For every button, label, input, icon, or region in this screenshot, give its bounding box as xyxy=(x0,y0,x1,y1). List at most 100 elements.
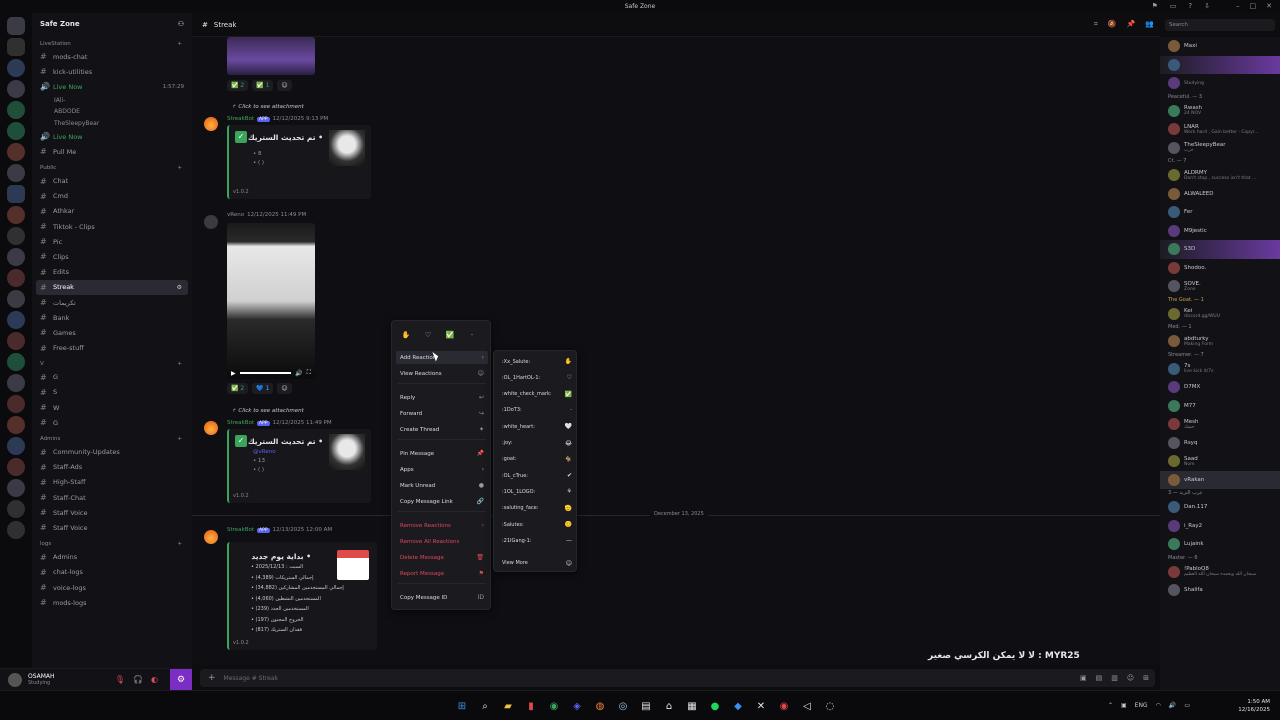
member-item[interactable]: Mesh حسك xyxy=(1160,415,1280,434)
menu-item-pin-message[interactable]: Pin Message 📌 xyxy=(396,447,488,460)
chrome-icon[interactable]: ◉ xyxy=(548,700,560,712)
channel-item[interactable]: # Staff-Chat xyxy=(32,490,192,505)
server-icon[interactable] xyxy=(7,185,25,203)
channel-item[interactable]: # S xyxy=(32,385,192,400)
search-input[interactable]: Search xyxy=(1165,19,1275,31)
message-composer[interactable]: + Message # Streak ▣ ▤ ▥ ☺ ⊞ xyxy=(200,669,1155,687)
menu-item-copy-message-link[interactable]: Copy Message Link 🔗 xyxy=(396,495,488,508)
channel-item[interactable]: 🔊 Live Now xyxy=(32,129,192,144)
help-icon[interactable]: ? xyxy=(1188,2,1192,10)
channel-item[interactable]: # Bank xyxy=(32,310,192,325)
server-icon[interactable] xyxy=(7,227,25,245)
emoji-option[interactable]: :Salutes: 🙂 xyxy=(498,518,574,531)
add-channel-icon[interactable]: + xyxy=(177,165,182,171)
dot-icon[interactable]: · xyxy=(466,329,478,341)
channel-category[interactable]: Admins + xyxy=(32,433,192,444)
app-icon[interactable]: ▤ xyxy=(640,700,652,712)
server-icon[interactable] xyxy=(7,59,25,77)
add-channel-icon[interactable]: + xyxy=(177,41,182,47)
headphones-icon[interactable]: 🎧 xyxy=(133,675,143,684)
channel-item[interactable]: # Games xyxy=(32,325,192,340)
menu-item-remove-reactions[interactable]: Remove Reactions › xyxy=(396,519,488,532)
server-icon[interactable] xyxy=(7,479,25,497)
channel-item[interactable]: # Community-Updates xyxy=(32,444,192,459)
channel-item[interactable]: # Edits xyxy=(32,265,192,280)
channel-item[interactable]: # Admins xyxy=(32,550,192,565)
mute-icon[interactable]: 🔕 xyxy=(1108,20,1117,29)
lang-indicator[interactable]: ENG xyxy=(1135,702,1148,709)
server-icon[interactable] xyxy=(7,248,25,266)
play-icon[interactable]: ▶ xyxy=(231,370,236,377)
add-channel-icon[interactable]: + xyxy=(177,541,182,547)
pin-icon[interactable]: 📌 xyxy=(1127,20,1136,29)
member-item[interactable]: LNAR Work hard , Gain better - Copyr... xyxy=(1160,120,1280,139)
reaction-pill[interactable]: ✅ 2 xyxy=(227,383,249,394)
emoji-option[interactable]: :1DoT3: · xyxy=(498,404,574,417)
channel-item[interactable]: # Clips xyxy=(32,249,192,264)
avatar[interactable] xyxy=(204,530,218,544)
server-icon[interactable] xyxy=(7,332,25,350)
dm-home-icon[interactable] xyxy=(7,17,25,35)
member-item[interactable]: SOVE. Zone xyxy=(1160,277,1280,296)
gift-icon[interactable]: ▣ xyxy=(1080,674,1087,682)
minimize-icon[interactable]: – xyxy=(1236,2,1240,10)
server-icon[interactable] xyxy=(7,437,25,455)
member-item[interactable]: Dan.117 xyxy=(1160,498,1280,517)
salute-icon[interactable]: ✋ xyxy=(400,329,412,341)
server-icon[interactable] xyxy=(7,38,25,56)
emoji-option[interactable]: :saluting_face: 🫡 xyxy=(498,502,574,515)
pin-icon[interactable]: ⚑ xyxy=(1152,2,1158,10)
channel-item[interactable]: # chat-logs xyxy=(32,565,192,580)
channel-item[interactable]: # Pic xyxy=(32,234,192,249)
discover-icon[interactable] xyxy=(7,521,25,539)
gear-icon[interactable]: ⚙ xyxy=(170,668,192,691)
server-icon[interactable] xyxy=(7,101,25,119)
member-item[interactable]: Lujaink xyxy=(1160,535,1280,554)
channel-item[interactable]: # Staff Voice xyxy=(32,505,192,520)
image-attachment[interactable] xyxy=(227,37,315,75)
member-item[interactable]: ALDRMY Don't stop , success isn't that ..… xyxy=(1160,166,1280,185)
member-item[interactable]: S3D xyxy=(1160,240,1280,259)
add-channel-icon[interactable]: + xyxy=(177,436,182,442)
server-icon[interactable] xyxy=(7,395,25,413)
menu-item-delete-message[interactable]: Delete Message 🗑 xyxy=(396,551,488,564)
voice-member[interactable]: ABDODE xyxy=(32,106,192,118)
member-item[interactable]: vRakan xyxy=(1160,470,1280,489)
reply-preview[interactable]: ↱ Click to see attachment xyxy=(232,104,304,110)
avatar[interactable] xyxy=(204,215,218,229)
plus-icon[interactable]: + xyxy=(208,673,216,683)
channel-category[interactable]: logs + xyxy=(32,539,192,550)
server-icon[interactable] xyxy=(7,143,25,161)
menu-item-add-reaction[interactable]: Add Reaction › xyxy=(396,351,488,364)
app-icon[interactable]: ✕ xyxy=(755,700,767,712)
add-member-icon[interactable]: ⚇ xyxy=(178,20,184,28)
server-icon[interactable] xyxy=(7,206,25,224)
member-item[interactable]: Saad Nom xyxy=(1160,452,1280,471)
add-channel-icon[interactable]: + xyxy=(177,361,182,367)
voice-member[interactable]: IAli- xyxy=(32,95,192,107)
author-name[interactable]: StreakBot xyxy=(227,527,254,533)
channel-item[interactable]: # Staff-Ads xyxy=(32,460,192,475)
channel-item[interactable]: # Free-stuff xyxy=(32,341,192,356)
member-item[interactable]: Shalifa xyxy=(1160,581,1280,600)
avatar[interactable] xyxy=(204,421,218,435)
members-icon[interactable]: 👥 xyxy=(1145,20,1154,29)
server-icon[interactable] xyxy=(7,269,25,287)
search-icon[interactable]: ⌕ xyxy=(479,700,491,712)
discord-icon[interactable]: ◈ xyxy=(571,700,583,712)
channel-item[interactable]: # Pull Me xyxy=(32,144,192,159)
app-icon[interactable]: ◌ xyxy=(824,700,836,712)
threads-icon[interactable]: ⌗ xyxy=(1094,20,1098,29)
channel-item[interactable]: # voice-logs xyxy=(32,580,192,595)
channel-item[interactable]: # G xyxy=(32,415,192,430)
server-icon[interactable] xyxy=(7,80,25,98)
windows-start-icon[interactable]: ⊞ xyxy=(456,700,468,712)
member-item[interactable]: Rwash 24 NOV xyxy=(1160,102,1280,121)
gif-icon[interactable]: ▤ xyxy=(1096,674,1103,682)
channel-category[interactable]: LiveStation + xyxy=(32,38,192,49)
member-item[interactable]: Rsyq xyxy=(1160,434,1280,453)
emoji-option[interactable]: :1OL_1LOGO: ⚘ xyxy=(498,485,574,498)
app-icon[interactable]: ◆ xyxy=(732,700,744,712)
member-item[interactable]: Maxi xyxy=(1160,37,1280,56)
menu-item-mark-unread[interactable]: Mark Unread ● xyxy=(396,479,488,492)
